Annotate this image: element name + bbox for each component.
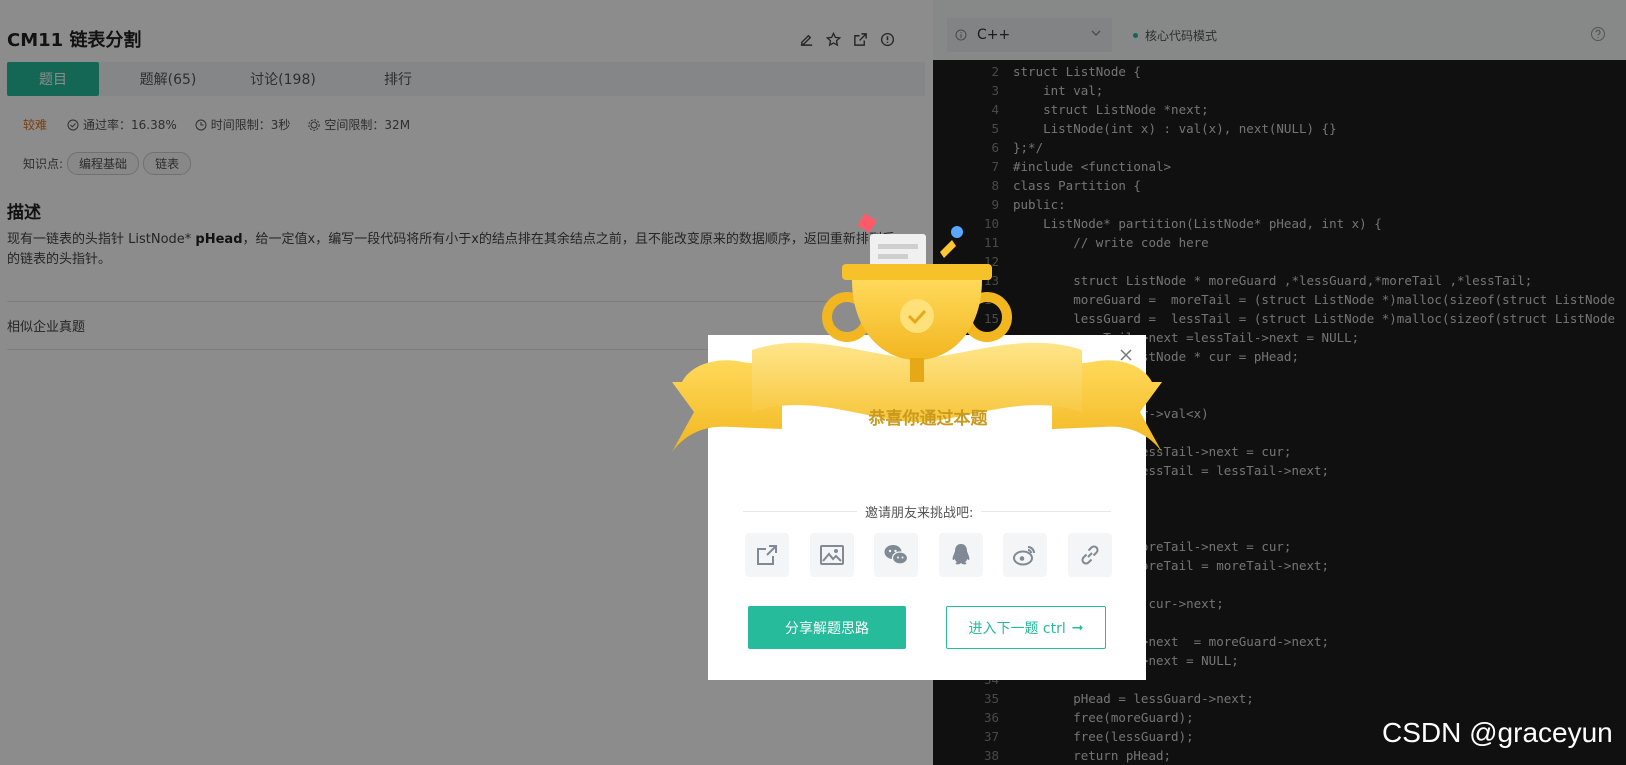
share-link-button[interactable] [1067, 533, 1112, 577]
link-icon [1080, 545, 1099, 565]
share-qq-button[interactable] [938, 533, 983, 577]
image-icon [819, 545, 844, 565]
share-buttons [745, 533, 1132, 577]
app-root: CM11 链表分割 题目 题解(65) 讨论(198) 排行 较难 通过率：16… [0, 0, 1626, 765]
weibo-icon [1013, 546, 1035, 566]
share-out-button[interactable] [745, 533, 789, 577]
share-wechat-button[interactable] [874, 533, 918, 577]
share-solution-button[interactable]: 分享解题思路 [748, 606, 906, 649]
wechat-icon [884, 545, 909, 565]
share-image-button[interactable] [809, 533, 854, 577]
congrats-text: 恭喜你通过本题 [868, 409, 988, 429]
close-icon[interactable] [1118, 347, 1134, 363]
share-weibo-button[interactable] [1003, 533, 1047, 577]
trophy-banner-illustration [672, 213, 1162, 452]
share-out-icon [757, 545, 777, 565]
qq-icon [952, 544, 969, 565]
invite-text: 邀请朋友来挑战吧: [857, 502, 982, 521]
watermark: CSDN @graceyun [1382, 717, 1613, 748]
arrow-right-icon: ➞ [1071, 619, 1084, 636]
next-problem-button[interactable]: 进入下一题 ctrl ➞ [946, 606, 1106, 649]
